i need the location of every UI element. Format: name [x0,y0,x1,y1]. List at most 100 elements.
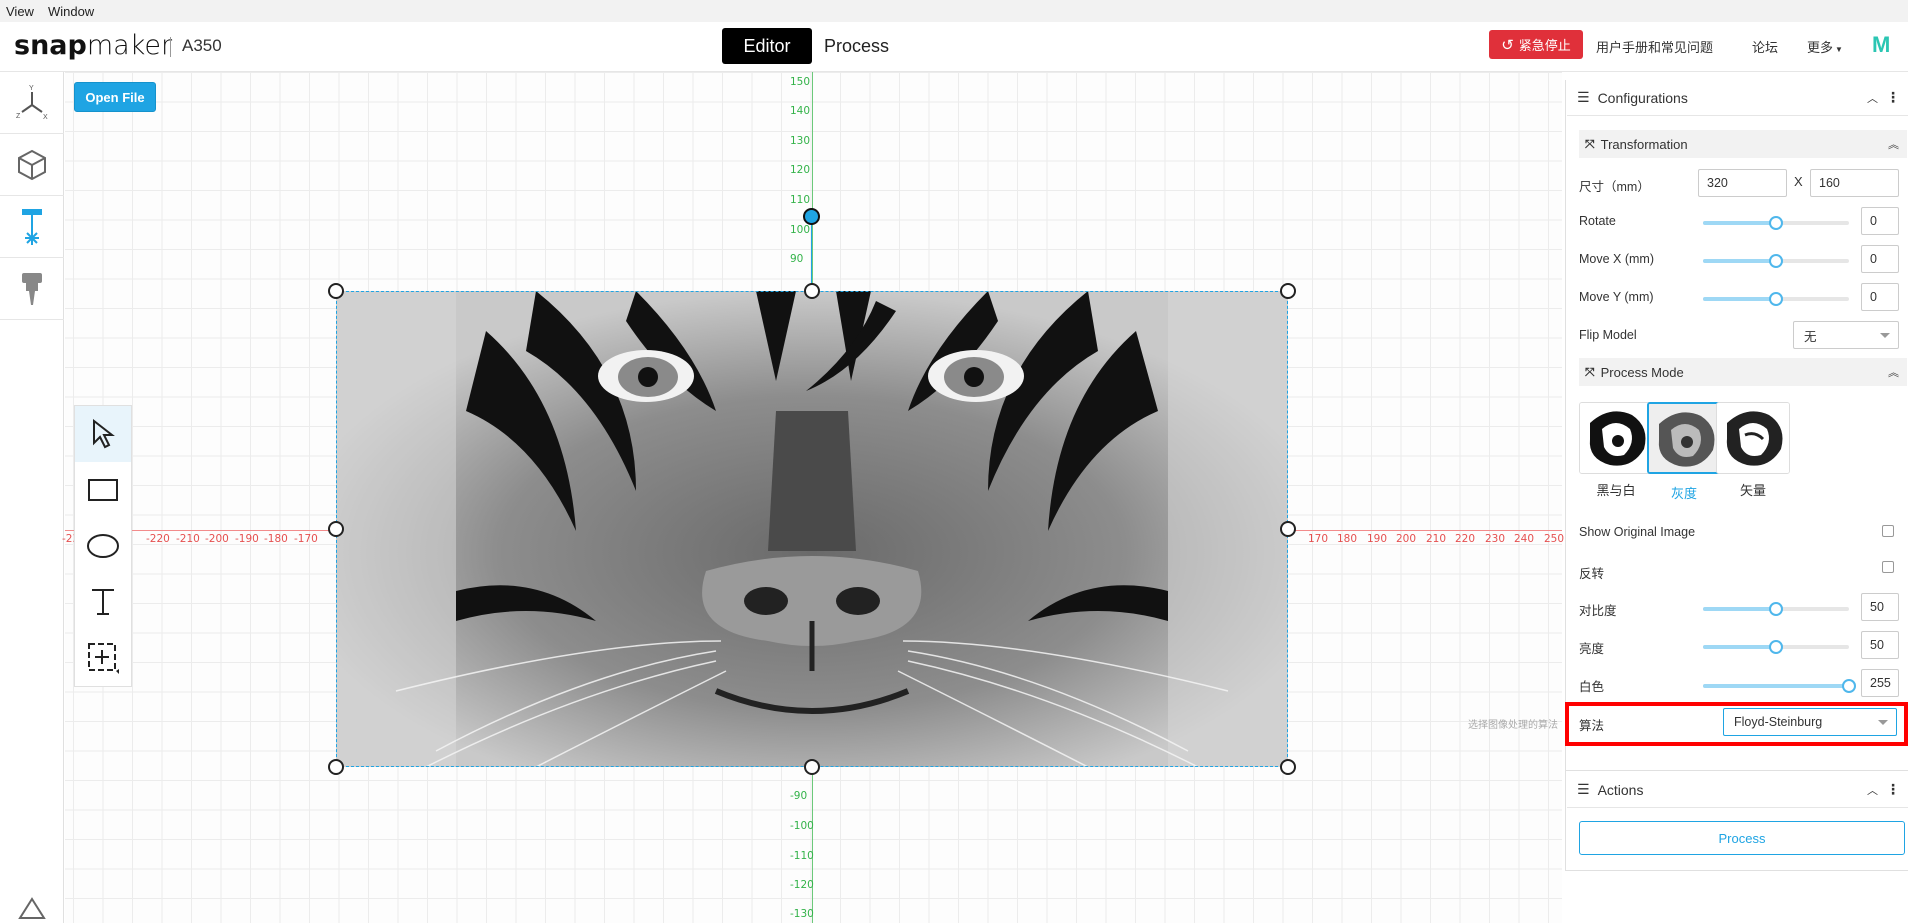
y-tick-label: 100 [790,224,811,236]
laser-button[interactable] [0,196,64,258]
tab-process[interactable]: Process [824,28,889,64]
mode-bw-card[interactable] [1579,402,1653,474]
move-y-label: Move Y (mm) [1579,290,1654,304]
move-x-label: Move X (mm) [1579,252,1654,266]
show-original-label: Show Original Image [1579,525,1696,539]
transformation-header[interactable]: ⤧ Transformation ︽ [1579,130,1907,158]
contrast-slider[interactable] [1703,602,1849,616]
mode-bw-label: 黑与白 [1596,483,1636,498]
svg-text:Z: Z [16,113,21,120]
open-file-button[interactable]: Open File [74,82,156,112]
x-tick-label: 210 [1426,533,1447,545]
axes-icon: Y Z X [16,85,48,121]
y-tick-label: 150 [790,76,811,88]
collapse-icon[interactable]: ︿ [1867,782,1878,798]
resize-handle-bottom-right[interactable] [1280,759,1296,775]
rotate-input[interactable]: 0 [1861,207,1899,235]
y-tick-label: -100 [790,820,814,832]
triangle-icon [18,897,46,919]
invert-label: 反转 [1579,567,1605,581]
resize-handle-top[interactable] [804,283,820,299]
x-tick-label: 200 [1396,533,1417,545]
resize-handle-top-left[interactable] [328,283,344,299]
white-input[interactable]: 255 [1861,669,1899,697]
cnc-button[interactable] [0,258,64,320]
y-tick-label: 140 [790,105,811,117]
collapse-icon[interactable]: ︿ [1867,90,1878,106]
resize-handle-top-right[interactable] [1280,283,1296,299]
x-tick-label: -200 [205,533,229,545]
menu-view[interactable]: View [6,4,34,19]
divider [170,37,171,57]
rotate-handle[interactable] [803,208,820,225]
caret-down-icon: ▼ [1835,45,1843,54]
resize-handle-right[interactable] [1280,521,1296,537]
rectangle-tool[interactable] [75,462,131,518]
more-vert-icon[interactable]: ⋮ [1886,781,1900,798]
machine-model: A350 [182,36,222,55]
process-mode-title: Process Mode [1600,364,1684,380]
process-button[interactable]: Process [1579,821,1905,855]
cursor-icon [93,419,115,449]
hamburger-icon: ☰ [1577,781,1590,797]
show-original-checkbox[interactable] [1882,525,1894,537]
contrast-input[interactable]: 50 [1861,593,1899,621]
white-slider[interactable] [1703,679,1856,693]
manual-faq-link[interactable]: 用户手册和常见问题 [1596,37,1713,56]
app-header: snapmaker A350 Editor Process ↺ 紧急停止 用户手… [0,22,1908,72]
x-tick-label: -220 [146,533,170,545]
configurations-title: Configurations [1597,89,1688,106]
flip-model-select[interactable]: 无 [1793,321,1899,349]
select-tool[interactable] [75,406,131,462]
width-input[interactable]: 320 [1698,169,1787,197]
ellipse-tool[interactable] [75,518,131,574]
insert-tool[interactable] [75,630,131,686]
workspace-button[interactable]: Y Z X [0,72,64,134]
rotate-line [811,218,812,291]
settings-button[interactable] [0,896,64,924]
flip-model-label: Flip Model [1579,328,1637,342]
contrast-label: 对比度 [1579,604,1617,618]
x-tick-label: -190 [235,533,259,545]
x-tick-label: 220 [1455,533,1476,545]
more-vert-icon[interactable]: ⋮ [1886,89,1900,106]
brightness-slider[interactable] [1703,640,1849,654]
tab-editor[interactable]: Editor [722,28,812,64]
size-separator: X [1794,174,1803,189]
move-y-slider[interactable] [1703,292,1849,306]
x-tick-label: -210 [176,533,200,545]
x-tick-label: 230 [1485,533,1506,545]
configurations-header: ☰ Configurations ︿ ⋮ [1567,80,1908,116]
algorithm-label: 算法 [1579,719,1605,733]
resize-handle-left[interactable] [328,521,344,537]
x-tick-label: -180 [264,533,288,545]
invert-checkbox[interactable] [1882,561,1894,573]
x-tick-label: 170 [1308,533,1329,545]
rotate-slider[interactable] [1703,216,1849,230]
y-tick-label: -130 [790,908,814,920]
chevron-up-icon: ︽ [1888,139,1899,151]
forum-link[interactable]: 论坛 [1752,37,1778,56]
caret-down-icon [1880,333,1890,338]
grayscale-preview-icon [1649,404,1719,472]
rectangle-icon [88,479,118,501]
algorithm-select[interactable]: Floyd-Steinburg [1723,708,1897,736]
mode-grayscale-card[interactable] [1647,402,1721,474]
move-x-input[interactable]: 0 [1861,245,1899,273]
mode-vector-card[interactable] [1716,402,1790,474]
undo-icon: ↺ [1501,35,1514,54]
3d-printing-button[interactable] [0,134,64,196]
brightness-input[interactable]: 50 [1861,631,1899,659]
resize-handle-bottom[interactable] [804,759,820,775]
emergency-stop-button[interactable]: ↺ 紧急停止 [1489,30,1583,59]
resize-handle-bottom-left[interactable] [328,759,344,775]
height-input[interactable]: 160 [1810,169,1899,197]
more-menu[interactable]: 更多 ▼ [1807,37,1843,56]
text-tool[interactable] [75,574,131,630]
menu-window[interactable]: Window [48,4,94,19]
algorithm-tooltip: 选择图像处理的算法 [1468,720,1558,731]
x-tick-label: 180 [1337,533,1358,545]
process-mode-header[interactable]: ⤧ Process Mode ︽ [1579,358,1907,386]
move-x-slider[interactable] [1703,254,1849,268]
move-y-input[interactable]: 0 [1861,283,1899,311]
